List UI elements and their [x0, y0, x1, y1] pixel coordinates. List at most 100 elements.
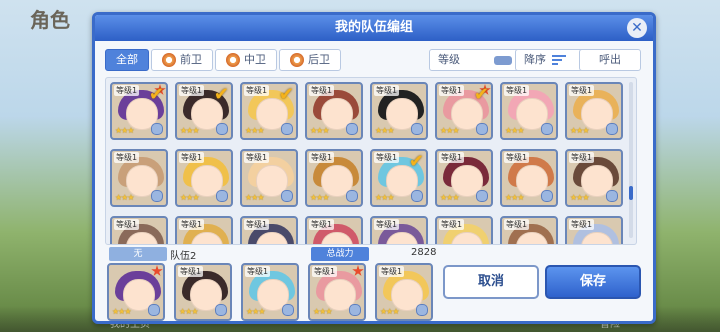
character-card[interactable]: 等级1★★★ — [240, 216, 298, 244]
character-card[interactable]: 等级1★★★ — [565, 216, 623, 244]
star-rating-icon: ★★★ — [505, 193, 524, 202]
level-label: 等级1 — [374, 85, 400, 96]
character-card[interactable]: 等级1 ★★★ ✔ — [175, 82, 233, 140]
level-label: 等级1 — [244, 152, 270, 163]
character-card[interactable]: 等级1★★★ — [305, 82, 363, 140]
level-label: 等级1 — [179, 219, 205, 230]
level-label: 等级1 — [439, 219, 465, 230]
star-rating-icon: ★★★ — [180, 126, 199, 135]
character-card[interactable]: 等级1★★★ — [565, 149, 623, 207]
level-label: 等级1 — [374, 152, 400, 163]
level-label: 等级1 — [439, 85, 465, 96]
star-rating-icon: ★★★ — [310, 193, 329, 202]
grid-scrollbar[interactable] — [629, 82, 633, 238]
sort-order-label: 降序 — [524, 53, 546, 66]
scrollbar-thumb[interactable] — [629, 186, 633, 200]
character-card[interactable]: 等级1★★★ — [110, 149, 168, 207]
role-icon — [346, 123, 358, 135]
character-card[interactable]: 等级1★★★ — [500, 216, 558, 244]
role-icon — [541, 190, 553, 202]
tab-all[interactable]: 全部 — [105, 49, 149, 71]
character-card[interactable]: 等级1★★★ — [110, 216, 168, 244]
level-label: 等级1 — [379, 266, 405, 277]
character-card[interactable]: 等级1★★★ — [500, 149, 558, 207]
level-label: 等级1 — [114, 219, 140, 230]
team-name: 队伍2 — [170, 251, 197, 262]
sort-field-button[interactable]: 等级 — [429, 49, 521, 71]
level-label: 等级1 — [374, 219, 400, 230]
role-icon — [476, 190, 488, 202]
level-label: 等级1 — [114, 85, 140, 96]
close-icon[interactable]: ✕ — [627, 18, 647, 38]
tab-label: 全部 — [116, 53, 138, 66]
role-icon — [606, 190, 618, 202]
tab-label: 前卫 — [180, 53, 202, 66]
level-label: 等级1 — [244, 85, 270, 96]
cancel-button[interactable]: 取消 — [443, 265, 539, 299]
star-rating-icon: ★★★ — [179, 307, 198, 316]
character-card[interactable]: 等级1 ★★★ ✔ — [240, 82, 298, 140]
role-icon — [606, 123, 618, 135]
character-card[interactable]: 等级1 ★★★ ✔ — [110, 82, 168, 140]
selected-check-icon: ✔ — [278, 84, 294, 105]
star-rating-icon: ★★★ — [570, 126, 589, 135]
character-card[interactable]: 等级1★★★ — [305, 216, 363, 244]
power-value: 2828 — [411, 247, 437, 258]
star-rating-icon: ★★★ — [313, 307, 332, 316]
call-button[interactable]: 呼出 — [579, 49, 641, 71]
character-card[interactable]: ★★★ — [107, 263, 165, 321]
sort-field-label: 等级 — [438, 53, 460, 66]
role-icon — [349, 304, 361, 316]
character-card[interactable]: 等级1★★★ — [370, 216, 428, 244]
character-card[interactable]: 等级1★★★ — [435, 149, 493, 207]
role-icon — [216, 190, 228, 202]
level-label: 等级1 — [309, 152, 335, 163]
star-rating-icon: ★★★ — [115, 126, 134, 135]
character-card[interactable]: 等级1★★★ — [240, 149, 298, 207]
tab-front[interactable]: 前卫 — [151, 49, 213, 71]
dialog-title: 我的队伍编组 — [95, 15, 653, 41]
star-rating-icon: ★★★ — [380, 307, 399, 316]
character-card[interactable]: 等级1★★★ — [175, 149, 233, 207]
level-label: 等级1 — [178, 266, 204, 277]
sort-order-button[interactable]: 降序 — [515, 49, 585, 71]
role-icon — [151, 190, 163, 202]
star-rating-icon: ★★★ — [505, 126, 524, 135]
character-card[interactable]: 等级1 ★★★ — [370, 82, 428, 140]
star-rating-icon: ★★★ — [375, 126, 394, 135]
role-icon — [216, 123, 228, 135]
role-icon — [282, 304, 294, 316]
sort-lines-icon — [552, 55, 566, 65]
tab-middle[interactable]: 中卫 — [215, 49, 277, 71]
power-label: 总战力 — [311, 247, 369, 261]
back-role-icon — [290, 53, 304, 67]
role-icon — [411, 190, 423, 202]
level-label: 等级1 — [569, 85, 595, 96]
character-card[interactable]: 等级1 ★★★ ✔ — [435, 82, 493, 140]
role-icon — [476, 123, 488, 135]
tab-label: 中卫 — [244, 53, 266, 66]
level-label: 等级1 — [179, 85, 205, 96]
role-icon — [215, 304, 227, 316]
tab-back[interactable]: 后卫 — [279, 49, 341, 71]
role-icon — [148, 304, 160, 316]
selected-check-icon: ✔ — [473, 84, 489, 105]
level-label: 等级1 — [114, 152, 140, 163]
team-edit-dialog: 我的队伍编组 全部 前卫 中卫 后卫 等级 降序 呼出 等级1 ★★★ ✔ 等级1 ★★… — [92, 12, 656, 324]
character-card[interactable]: 等级1★★★ — [500, 82, 558, 140]
star-rating-icon: ★★★ — [310, 126, 329, 135]
character-card[interactable]: 等级1★★★ — [175, 216, 233, 244]
character-card[interactable]: 等级1★★★ — [308, 263, 366, 321]
character-card[interactable]: 等级1★★★ — [435, 216, 493, 244]
star-rating-icon: ★★★ — [440, 126, 459, 135]
level-label: 等级1 — [244, 219, 270, 230]
character-card[interactable]: 等级1 ★★★ — [375, 263, 433, 321]
character-card[interactable]: 等级1 ★★★ — [305, 149, 363, 207]
character-card[interactable]: 等级1 ★★★ ✔ — [370, 149, 428, 207]
role-filter-tabs: 全部 前卫 中卫 后卫 — [105, 49, 343, 71]
role-icon — [151, 123, 163, 135]
character-card[interactable]: 等级1 ★★★ — [565, 82, 623, 140]
save-button[interactable]: 保存 — [545, 265, 641, 299]
character-card[interactable]: 等级1 ★★★ — [174, 263, 232, 321]
character-card[interactable]: 等级1★★★ — [241, 263, 299, 321]
